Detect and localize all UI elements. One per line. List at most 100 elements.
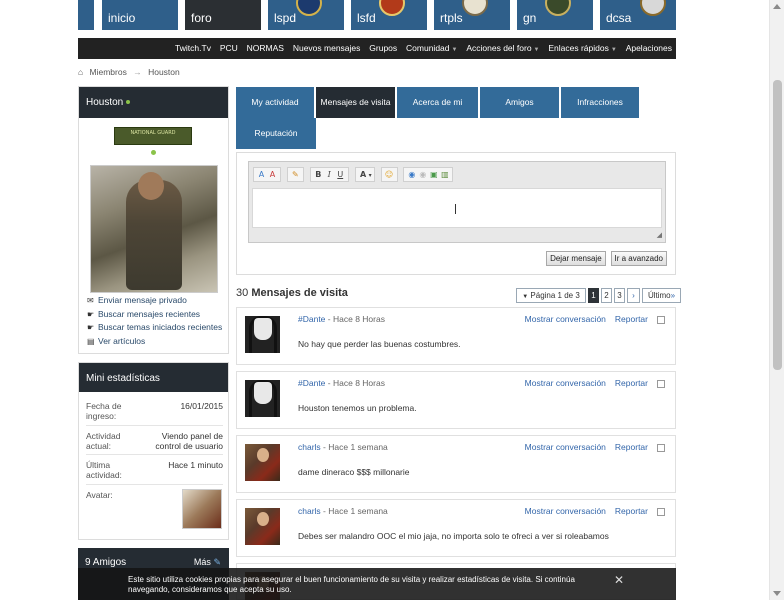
editor-buttons: Dejar mensaje Ir a avanzado: [544, 251, 667, 266]
font-color-icon[interactable]: A: [267, 168, 278, 181]
underline-icon[interactable]: U: [335, 168, 346, 181]
show-conversation-link[interactable]: Mostrar conversación: [525, 314, 606, 324]
bold-icon[interactable]: B: [313, 168, 324, 181]
user-avatar[interactable]: [245, 380, 280, 417]
report-link[interactable]: Reportar: [615, 314, 648, 324]
message-editor: AA ✎ BIU A ▾ ☺ ◉ ◉ ▣ ▥ ◢: [248, 161, 666, 243]
page-2[interactable]: 2: [601, 288, 612, 303]
friends-title: 9 Amigos: [85, 557, 127, 568]
nav-comunidad[interactable]: Comunidad ▼: [406, 43, 457, 53]
nav-acciones[interactable]: Acciones del foro ▼: [466, 43, 539, 53]
page-scrollbar[interactable]: [769, 0, 784, 600]
select-checkbox[interactable]: [657, 507, 665, 516]
breadcrumb-miembros[interactable]: Miembros: [90, 67, 127, 77]
image-icon[interactable]: ▣: [428, 168, 439, 181]
select-checkbox[interactable]: [657, 443, 665, 452]
tile-lsfd[interactable]: lsfd: [351, 0, 427, 30]
pencil-icon: ✎: [213, 557, 221, 567]
online-status-icon: [126, 100, 131, 105]
search-threads-link[interactable]: ☛ Buscar temas iniciados recientes: [87, 321, 222, 335]
profile-username: Houston: [86, 97, 124, 108]
message-meta: charls - Hace 1 semana: [298, 506, 388, 516]
report-link[interactable]: Reportar: [615, 378, 648, 388]
format-group: BIU: [309, 167, 349, 182]
text-color-icon: A: [360, 170, 367, 179]
text-color-dropdown[interactable]: A ▾: [354, 167, 375, 182]
page-3[interactable]: 3: [614, 288, 625, 303]
tab-my-activity[interactable]: My actividad: [236, 87, 314, 118]
tile-dcsa[interactable]: dcsa: [600, 0, 676, 30]
message-text: dame dineraco $$$ millonarie: [298, 467, 410, 477]
home-icon[interactable]: ⌂: [78, 67, 83, 77]
nav-apelaciones[interactable]: Apelaciones: [626, 43, 672, 53]
last-page-button[interactable]: Último»: [642, 288, 681, 303]
scroll-up-icon[interactable]: [773, 4, 781, 9]
next-page-button[interactable]: ›: [627, 288, 640, 303]
show-conversation-link[interactable]: Mostrar conversación: [525, 506, 606, 516]
user-avatar[interactable]: [245, 316, 280, 353]
resize-handle-icon[interactable]: ◢: [657, 231, 662, 239]
font-size-icon[interactable]: A: [256, 168, 267, 181]
tile-foro[interactable]: foro: [185, 0, 261, 30]
lspd-emblem-icon: [296, 0, 322, 16]
message-meta: charls - Hace 1 semana: [298, 442, 388, 452]
caret-down-icon: ▼: [610, 47, 617, 53]
italic-icon[interactable]: I: [324, 168, 335, 181]
breadcrumb: ⌂ Miembros → Houston: [78, 67, 180, 77]
search-posts-link[interactable]: ☛ Buscar mensajes recientes: [87, 308, 222, 322]
visitor-message: #Dante - Hace 8 Horas Mostrar conversaci…: [236, 307, 676, 365]
page-jump-dropdown[interactable]: ▼ Página 1 de 3: [516, 288, 586, 303]
smiley-icon[interactable]: ☺: [384, 168, 395, 181]
visitor-message: #Dante - Hace 8 Horas Mostrar conversaci…: [236, 371, 676, 429]
nav-grupos[interactable]: Grupos: [369, 43, 397, 53]
message-author[interactable]: #Dante: [298, 378, 325, 388]
top-navigation-tiles: inicio foro lspd lsfd rtpls gn dcsa: [78, 0, 676, 30]
nav-enlaces[interactable]: Enlaces rápidos ▼: [548, 43, 616, 53]
user-avatar[interactable]: [245, 508, 280, 545]
tab-reputation[interactable]: Reputación: [236, 118, 316, 149]
link-icon[interactable]: ◉: [406, 168, 417, 181]
show-conversation-link[interactable]: Mostrar conversación: [525, 442, 606, 452]
nav-normas[interactable]: NORMAS: [247, 43, 284, 53]
tile-gn[interactable]: gn: [517, 0, 593, 30]
select-checkbox[interactable]: [657, 315, 665, 324]
tile-lspd[interactable]: lspd: [268, 0, 344, 30]
tile-rtpls[interactable]: rtpls: [434, 0, 510, 30]
friends-more-link[interactable]: Más ✎: [194, 557, 221, 568]
post-message-button[interactable]: Dejar mensaje: [546, 251, 606, 266]
message-author[interactable]: charls: [298, 442, 321, 452]
select-checkbox[interactable]: [657, 379, 665, 388]
remove-format-icon[interactable]: ✎: [290, 168, 301, 181]
tile-inicio[interactable]: inicio: [102, 0, 178, 30]
message-author[interactable]: charls: [298, 506, 321, 516]
breadcrumb-arrow-icon: →: [133, 67, 142, 77]
unlink-icon[interactable]: ◉: [417, 168, 428, 181]
nav-twitch[interactable]: Twitch.Tv: [175, 43, 211, 53]
tab-about-me[interactable]: Acerca de mi: [397, 87, 478, 118]
video-icon[interactable]: ▥: [439, 168, 450, 181]
dcsa-emblem-icon: [640, 0, 666, 16]
scrollbar-thumb[interactable]: [773, 80, 782, 370]
double-chevron-right-icon: »: [670, 291, 676, 300]
page-1[interactable]: 1: [588, 288, 599, 303]
tab-visitor-messages[interactable]: Mensajes de visita: [316, 87, 395, 118]
view-articles-link[interactable]: ▤ Ver artículos: [87, 335, 222, 349]
scroll-down-icon[interactable]: [773, 591, 781, 596]
tab-friends[interactable]: Amigos: [480, 87, 559, 118]
user-avatar[interactable]: [245, 444, 280, 481]
message-author[interactable]: #Dante: [298, 314, 325, 324]
nav-nuevos-mensajes[interactable]: Nuevos mensajes: [293, 43, 361, 53]
close-icon[interactable]: ✕: [614, 573, 624, 587]
rtpls-emblem-icon: [462, 0, 488, 16]
message-editor-panel: AA ✎ BIU A ▾ ☺ ◉ ◉ ▣ ▥ ◢ Dejar mensaje Ir a …: [236, 152, 676, 275]
tab-infractions[interactable]: Infracciones: [561, 87, 639, 118]
report-link[interactable]: Reportar: [615, 506, 648, 516]
send-pm-link[interactable]: ✉ Enviar mensaje privado: [87, 294, 222, 308]
document-icon: ▤: [87, 336, 95, 346]
divider: [86, 425, 223, 426]
report-link[interactable]: Reportar: [615, 442, 648, 452]
nav-pcu[interactable]: PCU: [220, 43, 238, 53]
show-conversation-link[interactable]: Mostrar conversación: [525, 378, 606, 388]
mini-stats-block: Mini estadísticas Fecha de ingreso: 16/0…: [78, 362, 229, 540]
go-advanced-button[interactable]: Ir a avanzado: [610, 251, 667, 266]
